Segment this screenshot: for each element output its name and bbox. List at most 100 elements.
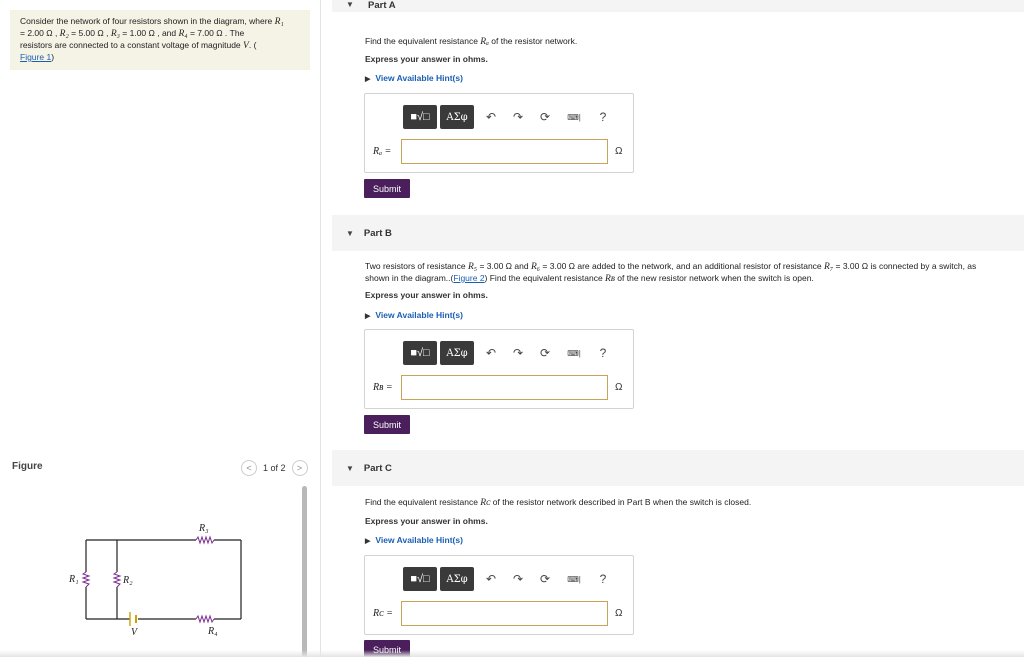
hint-label: View Available Hint(s): [375, 73, 463, 83]
reset-icon[interactable]: ⟳: [532, 110, 558, 124]
resistor-r2: [112, 571, 122, 588]
collapse-part-c-icon[interactable]: ▼: [346, 464, 354, 473]
figure-scrollbar[interactable]: [302, 486, 307, 657]
next-figure-button[interactable]: >: [291, 460, 308, 476]
part-c-question: Find the equivalent resistance Rᴄ of the…: [365, 497, 751, 509]
part-a-submit-button[interactable]: Submit: [364, 179, 411, 198]
ra-symbol: Rₐ: [480, 37, 489, 47]
greek-symbols-button[interactable]: AΣφ: [440, 567, 474, 591]
rb-answer-input[interactable]: [401, 375, 608, 400]
part-a-answer-box: ■√□ AΣφ ↶ ↷ ⟳ ⌨| ? Rₐ = Ω: [364, 93, 634, 173]
undo-icon[interactable]: ↶: [478, 110, 504, 124]
answer-row: Rᴄ =: [373, 601, 608, 626]
question-text: Find the equivalent resistance: [365, 497, 481, 507]
unit-ohm: Ω: [615, 382, 623, 393]
undo-icon[interactable]: ↶: [478, 346, 504, 360]
reset-icon[interactable]: ⟳: [532, 572, 558, 586]
r2-symbol: R₂: [59, 29, 69, 39]
reset-icon[interactable]: ⟳: [532, 346, 558, 360]
rc-symbol: Rᴄ: [480, 498, 491, 508]
unit-ohm: Ω: [615, 608, 623, 619]
question-text: = 3.00 Ω are added to the network, and a…: [540, 261, 825, 271]
rc-answer-input[interactable]: [401, 601, 608, 626]
keyboard-icon[interactable]: ⌨|: [559, 575, 589, 584]
templates-button[interactable]: ■√□: [403, 105, 437, 129]
question-text: of the resistor network described in Par…: [490, 497, 752, 507]
label-r4: R₄: [207, 626, 218, 637]
part-c-answer-box: ■√□ AΣφ ↶ ↷ ⟳ ⌨| ? Rᴄ = Ω: [364, 555, 634, 635]
hint-label: View Available Hint(s): [375, 310, 463, 320]
question-text: ) Find the equivalent resistance: [484, 273, 606, 283]
part-b-question: Two resistors of resistance R₅ = 3.00 Ω …: [365, 261, 1020, 285]
unit-ohm: Ω: [615, 146, 623, 157]
problem-text: = 2.00 Ω ,: [20, 28, 60, 38]
keyboard-icon[interactable]: ⌨|: [559, 349, 589, 358]
rb-label: Rʙ =: [373, 382, 393, 393]
prev-figure-button[interactable]: <: [241, 460, 257, 476]
collapse-part-a-icon[interactable]: ▼: [346, 0, 354, 9]
expand-icon: ▶: [365, 76, 371, 83]
pane-divider: [320, 0, 321, 657]
answer-row: Rʙ =: [373, 375, 608, 400]
circuit-diagram: R₁ R₂ R₃ R₄ V: [68, 523, 242, 638]
problem-text: resistors are connected to a constant vo…: [20, 40, 244, 50]
problem-text: Consider the network of four resistors s…: [20, 16, 275, 26]
expand-icon: ▶: [365, 538, 371, 545]
figure-title: Figure: [12, 461, 43, 472]
bottom-shadow: [0, 650, 1024, 657]
ra-answer-input[interactable]: [401, 139, 608, 164]
math-toolbar: ■√□ AΣφ ↶ ↷ ⟳ ⌨| ?: [403, 104, 616, 130]
label-r3: R₃: [198, 523, 209, 534]
help-icon[interactable]: ?: [590, 346, 616, 360]
question-text: Find the equivalent resistance: [365, 36, 481, 46]
label-r1: R₁: [68, 574, 79, 585]
question-text: of the resistor network.: [488, 36, 578, 46]
part-b-hint-toggle[interactable]: ▶ View Available Hint(s): [365, 310, 463, 320]
greek-symbols-button[interactable]: AΣφ: [440, 341, 474, 365]
figure-1-link[interactable]: Figure 1: [20, 52, 51, 62]
problem-text: = 5.00 Ω ,: [68, 28, 111, 38]
rb-symbol: Rʙ: [605, 274, 615, 284]
battery-v: [129, 612, 137, 626]
question-text: = 3.00 Ω is connected by a switch, as: [833, 261, 977, 271]
resistor-r3: [195, 535, 215, 545]
help-icon[interactable]: ?: [590, 110, 616, 124]
problem-statement: Consider the network of four resistors s…: [10, 10, 310, 70]
part-c-header[interactable]: ▼ Part C: [332, 450, 1024, 486]
keyboard-icon[interactable]: ⌨|: [559, 113, 589, 122]
undo-icon[interactable]: ↶: [478, 572, 504, 586]
part-a-hint-toggle[interactable]: ▶ View Available Hint(s): [365, 73, 463, 83]
r7-symbol: R₇: [824, 262, 834, 272]
question-text: = 3.00 Ω and: [477, 261, 531, 271]
part-b-header[interactable]: ▼ Part B: [332, 215, 1024, 251]
part-c-hint-toggle[interactable]: ▶ View Available Hint(s): [365, 535, 463, 545]
part-b-express: Express your answer in ohms.: [365, 290, 488, 300]
part-b-title: Part B: [363, 227, 392, 239]
collapse-part-b-icon[interactable]: ▼: [346, 229, 354, 238]
r3-symbol: R₃: [110, 29, 120, 39]
redo-icon[interactable]: ↷: [505, 346, 531, 360]
part-a-title: Part A: [368, 0, 396, 11]
help-icon[interactable]: ?: [590, 572, 616, 586]
r4-symbol: R₄: [178, 29, 188, 39]
figure-pager: < 1 of 2 >: [241, 460, 308, 476]
redo-icon[interactable]: ↷: [505, 110, 531, 124]
templates-button[interactable]: ■√□: [403, 567, 437, 591]
hint-label: View Available Hint(s): [375, 535, 463, 545]
templates-button[interactable]: ■√□: [403, 341, 437, 365]
part-a-header[interactable]: ▼ Part A: [332, 0, 1024, 12]
part-b-submit-button[interactable]: Submit: [364, 415, 411, 434]
problem-text: ): [51, 52, 55, 62]
question-text: of the new resistor network when the swi…: [614, 273, 814, 283]
part-c-title: Part C: [363, 462, 392, 474]
figure-2-link[interactable]: Figure 2: [453, 273, 484, 283]
resistor-r1: [81, 571, 91, 588]
part-a-question: Find the equivalent resistance Rₐ of the…: [365, 36, 577, 48]
redo-icon[interactable]: ↷: [505, 572, 531, 586]
label-v: V: [131, 627, 139, 638]
problem-text: . (: [248, 40, 257, 50]
greek-symbols-button[interactable]: AΣφ: [440, 105, 474, 129]
math-toolbar: ■√□ AΣφ ↶ ↷ ⟳ ⌨| ?: [403, 340, 616, 366]
answer-row: Rₐ =: [373, 139, 608, 164]
problem-text: = 1.00 Ω , and: [119, 28, 179, 38]
